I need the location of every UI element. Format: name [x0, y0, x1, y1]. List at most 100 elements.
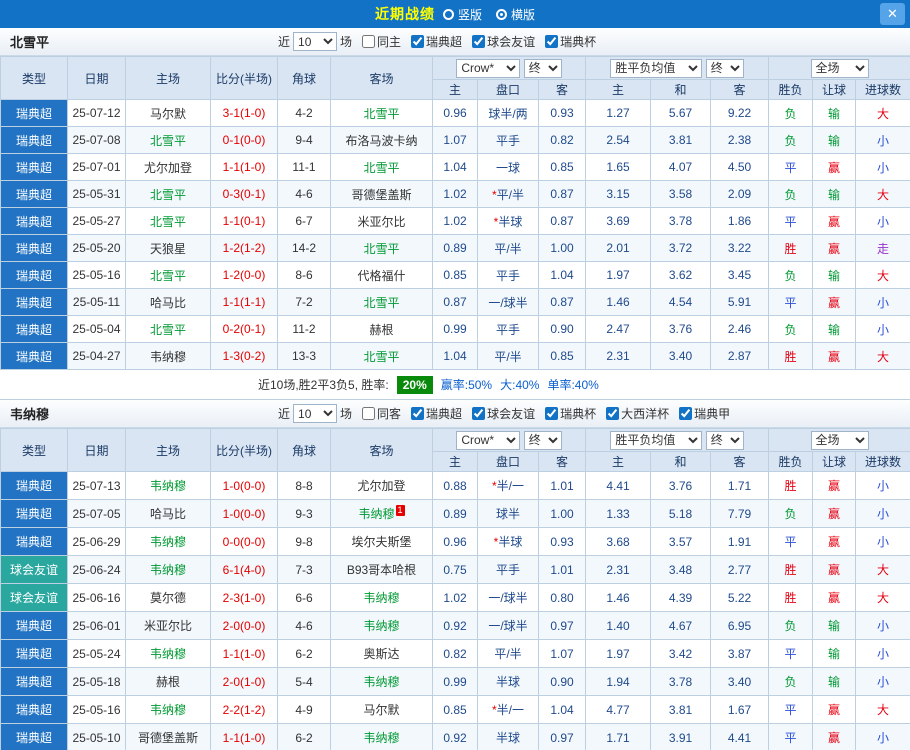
corner-cell: 11-2	[277, 315, 331, 343]
away-team-cell: 奥斯达	[330, 639, 433, 668]
atlantic-cup-checkbox[interactable]	[606, 407, 620, 420]
handicap-result-cell: 输	[812, 126, 857, 154]
scope-select[interactable]: 全场	[810, 58, 869, 78]
league-type-cell: 瑞典超	[0, 499, 68, 528]
league-type-cell: 球会友谊	[0, 555, 68, 584]
filter-checkbox-allsvenskan[interactable]: 瑞典超	[411, 33, 462, 50]
handicap-cell: *半球	[477, 207, 539, 235]
team-name: 北雪平	[10, 35, 50, 50]
filter-checkbox-same-home[interactable]: 同主	[362, 33, 401, 50]
avg-home-cell: 1.97	[585, 639, 652, 668]
same-home-checkbox[interactable]	[362, 35, 376, 48]
league-type-cell: 瑞典超	[0, 261, 68, 289]
date-cell: 25-05-24	[67, 639, 126, 668]
friendly-checkbox[interactable]	[472, 407, 486, 420]
filter-checkbox-swedish-cup[interactable]: 瑞典杯	[545, 33, 596, 50]
match-row: 瑞典超 25-05-24 韦纳穆 1-1(1-0) 6-2 奥斯达 0.82 平/半 1.07 1…	[0, 639, 910, 668]
home-team-cell: 马尔默	[125, 99, 211, 127]
league-type-cell: 瑞典超	[0, 207, 68, 235]
score-cell: 2-0(0-0)	[210, 611, 278, 640]
league-type-cell: 瑞典超	[0, 611, 68, 640]
avg-home-cell: 4.77	[585, 695, 652, 724]
filter-checkbox-swedish-cup[interactable]: 瑞典杯	[545, 405, 596, 422]
date-cell: 25-05-10	[67, 723, 126, 750]
same-away-checkbox[interactable]	[362, 407, 376, 420]
avg-draw-cell: 3.48	[650, 555, 712, 584]
home-team-cell: 哈马比	[125, 288, 211, 316]
avg-away-cell: 2.77	[710, 555, 770, 584]
avg-group-header: 胜平负均值 终	[585, 56, 770, 80]
odds-source-select[interactable]: Crow*	[456, 58, 521, 78]
result-cell: 平	[768, 527, 814, 556]
filter-checkbox-same-away[interactable]: 同客	[362, 405, 401, 422]
close-icon[interactable]: ✕	[880, 3, 905, 25]
allsvenskan-checkbox[interactable]	[411, 407, 425, 420]
filter-checkbox-superettan[interactable]: 瑞典甲	[679, 405, 730, 422]
avg-away-cell: 7.79	[710, 499, 770, 528]
score-cell: 1-2(1-2)	[210, 234, 278, 262]
layout-radio-vertical[interactable]: 竖版	[442, 6, 482, 23]
odds-source-select[interactable]: Crow*	[456, 430, 521, 450]
handicap-result-cell: 赢	[812, 288, 857, 316]
near-count-select[interactable]: 10	[293, 404, 338, 423]
result-cell: 负	[768, 180, 814, 208]
col-odds-away: 客	[537, 451, 587, 472]
filter-checkbox-atlantic-cup[interactable]: 大西洋杯	[606, 405, 669, 422]
handicap-star: *	[493, 535, 499, 549]
allsvenskan-checkbox[interactable]	[411, 35, 425, 48]
avg-home-cell: 1.97	[585, 261, 652, 289]
avg-draw-cell: 3.42	[650, 639, 712, 668]
friendly-checkbox[interactable]	[472, 35, 486, 48]
home-odds-cell: 0.87	[432, 288, 478, 316]
col-date: 日期	[67, 428, 126, 472]
home-team-cell: 北雪平	[125, 180, 211, 208]
avg-away-cell: 5.91	[710, 288, 770, 316]
checkbox-label: 同主	[377, 35, 402, 49]
result-cell: 胜	[768, 234, 814, 262]
avg-away-cell: 1.86	[710, 207, 770, 235]
away-odds-cell: 0.85	[537, 342, 587, 370]
avg-home-cell: 3.68	[585, 527, 652, 556]
date-cell: 25-05-20	[67, 234, 126, 262]
filter-checkbox-friendly[interactable]: 球会友谊	[472, 405, 535, 422]
handicap-cell: 一/球半	[477, 611, 539, 640]
superettan-checkbox[interactable]	[679, 407, 693, 420]
avg-draw-cell: 3.76	[650, 471, 712, 500]
away-team-cell: 韦纳穆	[330, 611, 433, 640]
filter-checkbox-allsvenskan[interactable]: 瑞典超	[411, 405, 462, 422]
score-cell: 1-0(0-0)	[210, 471, 278, 500]
corner-cell: 14-2	[277, 234, 331, 262]
near-count-select[interactable]: 10	[293, 32, 338, 51]
swedish-cup-checkbox[interactable]	[545, 35, 559, 48]
scope-select[interactable]: 全场	[810, 430, 869, 450]
avg-home-cell: 1.71	[585, 723, 652, 750]
home-odds-cell: 0.99	[432, 315, 478, 343]
avg-final-select[interactable]: 终	[705, 430, 744, 450]
col-score: 比分(半场)	[210, 56, 278, 100]
filter-bar: 近 10 场 同主 瑞典超 球会友谊 瑞典杯	[278, 32, 596, 51]
odds-final-select[interactable]: 终	[523, 430, 562, 450]
avg-draw-cell: 4.54	[650, 288, 712, 316]
away-odds-cell: 0.90	[537, 315, 587, 343]
avg-final-select[interactable]: 终	[705, 58, 744, 78]
filter-checkbox-friendly[interactable]: 球会友谊	[472, 33, 535, 50]
away-odds-cell: 1.04	[537, 261, 587, 289]
avg-home-cell: 1.65	[585, 153, 652, 181]
avg-away-cell: 4.50	[710, 153, 770, 181]
layout-radio-horizontal[interactable]: 横版	[496, 6, 535, 23]
date-cell: 25-06-01	[67, 611, 126, 640]
match-row: 瑞典超 25-05-27 北雪平 1-1(0-1) 6-7 米亚尔比 1.02 *半球 0.87…	[0, 207, 910, 235]
avg-odds-select[interactable]: 胜平负均值	[610, 430, 703, 450]
score-cell: 1-2(0-0)	[210, 261, 278, 289]
avg-draw-cell: 3.81	[650, 126, 712, 154]
col-result: 胜负	[768, 79, 814, 100]
handicap-result-cell: 赢	[812, 555, 857, 584]
away-team-cell: 北雪平	[330, 153, 433, 181]
col-home: 主场	[125, 56, 211, 100]
avg-away-cell: 1.91	[710, 527, 770, 556]
date-cell: 25-07-05	[67, 499, 126, 528]
odds-final-select[interactable]: 终	[523, 58, 562, 78]
avg-odds-select[interactable]: 胜平负均值	[610, 58, 703, 78]
corner-cell: 8-6	[277, 261, 331, 289]
swedish-cup-checkbox[interactable]	[545, 407, 559, 420]
